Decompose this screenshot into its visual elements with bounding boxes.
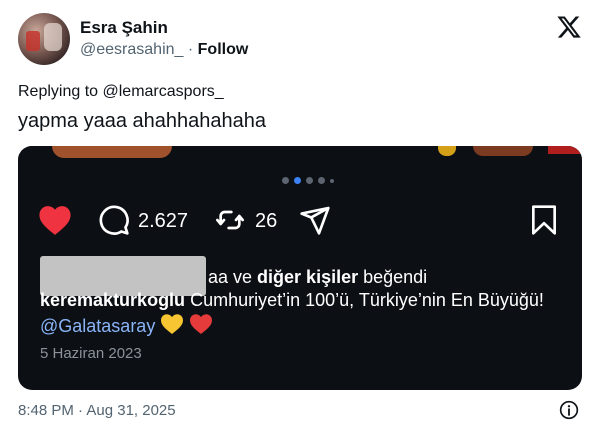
post-date: 5 Haziran 2023 (40, 345, 142, 362)
avatar-detail (26, 31, 40, 51)
comment-icon (99, 205, 129, 235)
likes-prefix: aa ve (208, 266, 258, 287)
caption-username: keremakturkoglu (40, 290, 186, 310)
carousel-dot (330, 178, 334, 183)
share-icon (300, 206, 330, 235)
handle-row: @eesrasahin_ · Follow (80, 41, 248, 59)
separator: · (187, 41, 194, 58)
author-name[interactable]: Esra Şahin (80, 18, 168, 38)
action-bar: 2.627 26 (18, 200, 582, 240)
red-heart-icon (190, 314, 213, 334)
carousel-dot (306, 177, 313, 184)
avatar-detail (44, 23, 62, 51)
photo-strip (18, 146, 582, 158)
carousel-dot (282, 177, 289, 184)
comment-count: 2.627 (138, 210, 189, 232)
carousel-dots (282, 177, 334, 184)
yellow-heart-icon (161, 314, 184, 334)
caption-text: Cumhuriyet’in 100’ü, Türkiye’nin En Büyü… (185, 290, 544, 310)
repost-count: 26 (255, 210, 278, 232)
tweet-timestamp[interactable]: 8:48 PM · Aug 31, 2025 (18, 402, 176, 419)
caption-mention: @Galatasaray (40, 316, 156, 336)
post-caption: keremakturkoglu Cumhuriyet’in 100’ü, Tür… (40, 288, 570, 339)
carousel-dot-active (294, 177, 301, 184)
replying-to[interactable]: Replying to @lemarcaspors_ (18, 83, 224, 101)
carousel-dot (318, 177, 325, 184)
heart-icon (39, 206, 71, 235)
follow-button[interactable]: Follow (198, 41, 249, 58)
author-handle[interactable]: @eesrasahin_ (80, 41, 183, 58)
info-icon[interactable] (559, 400, 579, 420)
avatar[interactable] (18, 13, 70, 65)
likes-others: diğer kişiler (257, 266, 359, 287)
tweet-text: yapma yaaa ahahhahahaha (18, 110, 266, 132)
likes-verb: beğendi (358, 266, 428, 287)
x-logo-icon[interactable] (556, 14, 582, 40)
bookmark-icon (531, 205, 556, 235)
repost-icon (216, 210, 244, 230)
embedded-image[interactable]: 2.627 26 aa ve diğer kişiler beğendi ker… (18, 146, 582, 390)
